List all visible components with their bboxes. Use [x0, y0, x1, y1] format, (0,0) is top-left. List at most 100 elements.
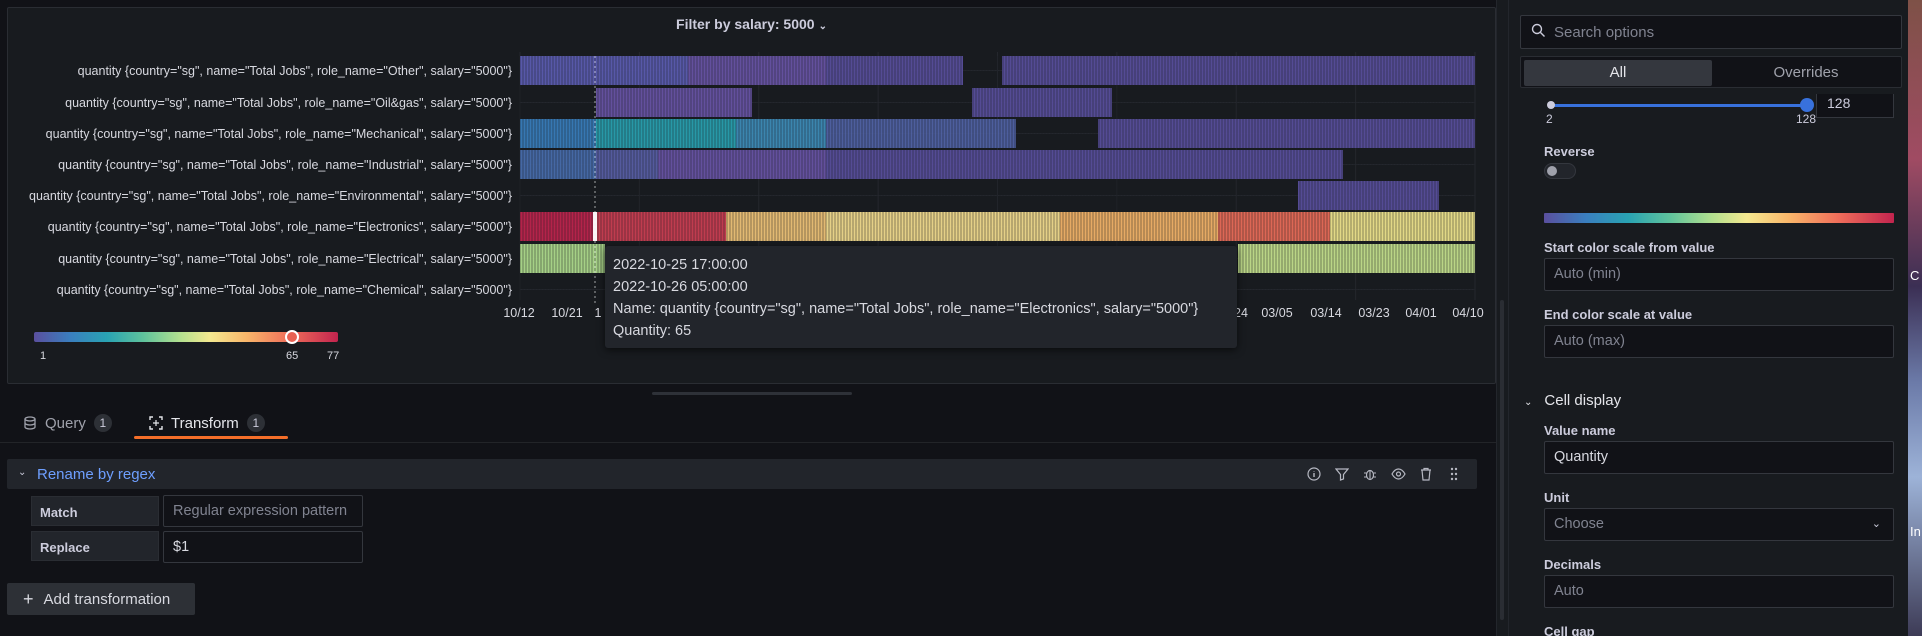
heatmap-cell-block [520, 150, 596, 179]
info-icon[interactable] [1305, 465, 1323, 483]
x-tick-label: 1 [594, 306, 602, 320]
legend-hover-marker [285, 330, 299, 344]
unit-label: Unit [1544, 490, 1570, 505]
add-transformation-button[interactable]: + Add transformation [7, 583, 195, 615]
color-scheme-preview [1544, 213, 1894, 223]
cell-gap-label: Cell gap [1544, 624, 1595, 636]
legend-min: 1 [40, 350, 47, 362]
legend-max: 77 [327, 350, 340, 362]
row-label-text: quantity {country="sg", name="Total Jobs… [29, 189, 512, 203]
x-tick-label: 04/01 [1405, 306, 1437, 320]
cell-display-section[interactable]: ⌄ Cell display [1524, 392, 1621, 409]
value-name-input[interactable]: Quantity [1544, 441, 1894, 474]
segment-overrides[interactable]: Overrides [1712, 60, 1900, 86]
row-label: quantity {country="sg", name="Total Jobs… [0, 283, 512, 297]
row-label: quantity {country="sg", name="Total Jobs… [0, 220, 512, 234]
x-tick-label: 10/21 [551, 306, 583, 320]
chevron-down-icon: ⌄ [1524, 397, 1533, 408]
row-label: quantity {country="sg", name="Total Jobs… [0, 189, 512, 203]
x-tick-label: 04/10 [1452, 306, 1484, 320]
photo-text-1: C [1910, 268, 1920, 283]
decimals-input[interactable]: Auto [1544, 575, 1894, 608]
tab-transform-count: 1 [246, 414, 265, 432]
row-label: quantity {country="sg", name="Total Jobs… [0, 252, 512, 266]
tab-query-label: Query [45, 414, 86, 432]
eye-icon[interactable] [1389, 465, 1407, 483]
row-label: quantity {country="sg", name="Total Jobs… [0, 96, 512, 110]
heatmap-cell-block [520, 212, 596, 241]
reverse-toggle[interactable] [1544, 163, 1576, 179]
trash-icon[interactable] [1417, 465, 1435, 483]
steps-slider-max-label: 128 [1796, 112, 1817, 126]
x-tick-label: 03/14 [1310, 306, 1342, 320]
heatmap-cell-block [520, 119, 596, 148]
match-label: Match [31, 496, 159, 526]
x-tick-label: 03/23 [1358, 306, 1390, 320]
pane-divider[interactable] [1496, 0, 1497, 636]
pane-scrollbar[interactable] [1500, 300, 1504, 620]
panel-resize-handle[interactable] [652, 392, 852, 395]
search-icon [1531, 23, 1546, 42]
unit-select[interactable]: Choose ⌄ [1544, 508, 1894, 541]
decimals-label: Decimals [1544, 557, 1602, 572]
row-label: quantity {country="sg", name="Total Jobs… [0, 127, 512, 141]
tab-query-count: 1 [93, 414, 112, 432]
steps-slider-handle[interactable] [1800, 98, 1814, 112]
row-label-text: quantity {country="sg", name="Total Jobs… [65, 96, 512, 110]
steps-slider-min-dot [1547, 101, 1555, 109]
tooltip-quantity: Quantity: 65 [613, 323, 692, 339]
search-options-input[interactable]: Search options [1520, 15, 1902, 49]
transform-icon [149, 416, 163, 430]
replace-input[interactable]: $1 [163, 531, 363, 563]
active-tab-indicator [134, 436, 288, 439]
end-color-label: End color scale at value [1544, 307, 1693, 322]
cell-display-title: Cell display [1544, 392, 1622, 409]
replace-label: Replace [31, 531, 159, 561]
chevron-down-icon[interactable]: ⌄ [18, 467, 26, 478]
photo-text-2: In [1910, 524, 1921, 539]
start-color-label: Start color scale from value [1544, 240, 1715, 255]
row-label: quantity {country="sg", name="Total Jobs… [0, 158, 512, 172]
tooltip-start-time: 2022-10-25 17:00:00 [613, 257, 748, 273]
chevron-down-icon: ⌄ [1871, 518, 1881, 530]
row-label-text: quantity {country="sg", name="Total Jobs… [58, 252, 512, 266]
heatmap-cell-block [1002, 56, 1475, 85]
heatmap-tooltip: 2022-10-25 17:00:00 2022-10-26 05:00:00 … [605, 246, 1237, 348]
plus-icon: + [23, 588, 34, 609]
end-color-input[interactable]: Auto (max) [1544, 325, 1894, 358]
value-name-label: Value name [1544, 423, 1616, 438]
legend-hover-value: 65 [286, 350, 299, 362]
steps-input[interactable]: 128 [1816, 94, 1894, 118]
tabs-divider [0, 442, 1496, 443]
segment-all[interactable]: All [1524, 60, 1712, 86]
x-tick-label: 10/12 [503, 306, 535, 320]
row-label-text: quantity {country="sg", name="Total Jobs… [77, 64, 512, 78]
match-input[interactable]: Regular expression pattern [163, 495, 363, 527]
drag-handle-icon[interactable] [1445, 465, 1463, 483]
options-filter-segmented: All Overrides [1520, 56, 1902, 88]
filter-icon[interactable] [1333, 465, 1351, 483]
debug-icon[interactable] [1361, 465, 1379, 483]
row-label-text: quantity {country="sg", name="Total Jobs… [45, 127, 512, 141]
background-photo-edge: C In [1908, 0, 1922, 636]
database-icon [24, 416, 36, 430]
reverse-label: Reverse [1544, 144, 1595, 159]
add-transformation-label: Add transformation [43, 590, 171, 608]
steps-slider-track[interactable] [1551, 104, 1807, 107]
start-color-input[interactable]: Auto (min) [1544, 258, 1894, 291]
heatmap-cell-block [1098, 119, 1475, 148]
row-label-text: quantity {country="sg", name="Total Jobs… [58, 158, 512, 172]
steps-slider-min-label: 2 [1546, 112, 1553, 126]
row-label-text: quantity {country="sg", name="Total Jobs… [47, 220, 512, 234]
tooltip-series-name: Name: quantity {country="sg", name="Tota… [613, 301, 1199, 317]
unit-select-value: Choose [1554, 516, 1604, 532]
transformation-title[interactable]: Rename by regex [37, 466, 155, 483]
x-tick-label: 03/05 [1261, 306, 1293, 320]
transformation-header[interactable]: ⌄ Rename by regex [7, 459, 1477, 489]
heatmap-cell-block [1218, 212, 1330, 241]
search-placeholder: Search options [1554, 23, 1655, 41]
tab-query[interactable]: Query 1 [23, 404, 112, 442]
toggle-knob [1547, 166, 1557, 176]
tab-transform-label: Transform [171, 414, 239, 432]
row-label-text: quantity {country="sg", name="Total Jobs… [56, 283, 512, 297]
